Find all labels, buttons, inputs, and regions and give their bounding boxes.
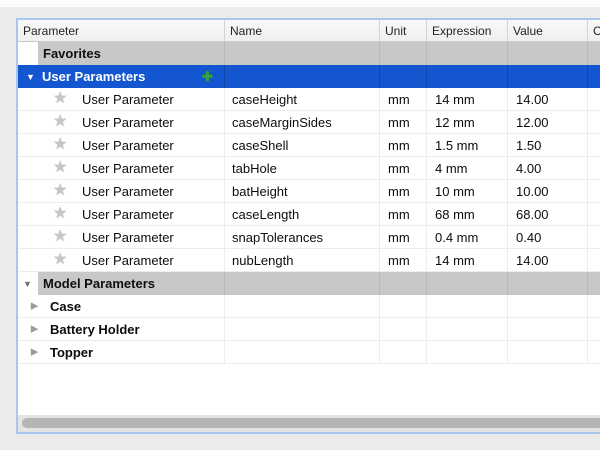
disclosure-open-icon[interactable]: ▼: [23, 279, 32, 289]
favorite-star-icon[interactable]: ★: [53, 252, 67, 268]
parameter-type-label: User Parameter: [82, 207, 174, 222]
parameter-type-label: User Parameter: [82, 115, 174, 130]
unit-cell[interactable]: mm: [380, 157, 427, 179]
user-parameter-row[interactable]: ★ User Parameter caseLength mm 68 mm 68.…: [18, 203, 600, 226]
favorite-star-icon[interactable]: ★: [53, 206, 67, 222]
group-label: Case: [50, 299, 81, 314]
model-parameters-section-row[interactable]: ▼ Model Parameters: [18, 272, 600, 295]
favorite-star-icon[interactable]: ★: [53, 114, 67, 130]
value-cell: 14.00: [508, 249, 588, 271]
parameter-type-label: User Parameter: [82, 184, 174, 199]
user-parameter-row[interactable]: ★ User Parameter tabHole mm 4 mm 4.00: [18, 157, 600, 180]
user-parameter-row[interactable]: ★ User Parameter caseHeight mm 14 mm 14.…: [18, 88, 600, 111]
parameter-type-label: User Parameter: [82, 138, 174, 153]
favorites-section-row[interactable]: Favorites: [18, 42, 600, 65]
comment-cell[interactable]: [588, 134, 600, 156]
expression-cell[interactable]: 1.5 mm: [427, 134, 508, 156]
comment-cell[interactable]: [588, 88, 600, 110]
value-cell: 14.00: [508, 88, 588, 110]
column-header-comments[interactable]: C: [588, 20, 600, 41]
disclosure-closed-icon[interactable]: ▶: [31, 347, 38, 358]
disclosure-closed-icon[interactable]: ▶: [31, 301, 38, 312]
parameters-table: Parameter Name Unit Expression Value C F…: [16, 18, 600, 434]
column-header-unit[interactable]: Unit: [380, 20, 427, 41]
unit-cell[interactable]: mm: [380, 111, 427, 133]
name-cell[interactable]: tabHole: [225, 157, 380, 179]
name-cell[interactable]: caseLength: [225, 203, 380, 225]
parameter-type-label: User Parameter: [82, 230, 174, 245]
unit-cell[interactable]: mm: [380, 226, 427, 248]
horizontal-scrollbar-track[interactable]: [18, 415, 600, 432]
user-parameter-row[interactable]: ★ User Parameter caseMarginSides mm 12 m…: [18, 111, 600, 134]
group-label: Battery Holder: [50, 322, 140, 337]
unit-cell[interactable]: mm: [380, 203, 427, 225]
favorite-star-icon[interactable]: ★: [53, 160, 67, 176]
favorite-star-icon[interactable]: ★: [53, 91, 67, 107]
comment-cell[interactable]: [588, 180, 600, 202]
expression-cell[interactable]: 12 mm: [427, 111, 508, 133]
unit-cell[interactable]: mm: [380, 134, 427, 156]
name-cell[interactable]: caseHeight: [225, 88, 380, 110]
comment-cell[interactable]: [588, 249, 600, 271]
model-group-row-case[interactable]: ▶ Case: [18, 295, 600, 318]
column-header-parameter[interactable]: Parameter: [18, 20, 225, 41]
value-cell: 10.00: [508, 180, 588, 202]
column-header-value[interactable]: Value: [508, 20, 588, 41]
expression-cell[interactable]: 68 mm: [427, 203, 508, 225]
unit-cell[interactable]: mm: [380, 249, 427, 271]
unit-cell[interactable]: mm: [380, 180, 427, 202]
value-cell: 0.40: [508, 226, 588, 248]
horizontal-scrollbar-thumb[interactable]: [22, 418, 600, 428]
favorite-star-icon[interactable]: ★: [53, 229, 67, 245]
expression-cell[interactable]: 14 mm: [427, 88, 508, 110]
user-parameter-row[interactable]: ★ User Parameter caseShell mm 1.5 mm 1.5…: [18, 134, 600, 157]
expression-cell[interactable]: 0.4 mm: [427, 226, 508, 248]
favorite-star-icon[interactable]: ★: [53, 183, 67, 199]
comment-cell[interactable]: [588, 226, 600, 248]
value-cell: 68.00: [508, 203, 588, 225]
disclosure-open-icon[interactable]: ▼: [26, 72, 35, 82]
value-cell: 12.00: [508, 111, 588, 133]
group-label: Topper: [50, 345, 93, 360]
value-cell: 4.00: [508, 157, 588, 179]
add-user-parameter-button[interactable]: ✚: [202, 69, 213, 85]
name-cell[interactable]: caseMarginSides: [225, 111, 380, 133]
name-cell[interactable]: snapTolerances: [225, 226, 380, 248]
value-cell: 1.50: [508, 134, 588, 156]
comment-cell[interactable]: [588, 157, 600, 179]
name-cell[interactable]: batHeight: [225, 180, 380, 202]
tree-indent-cell: [18, 42, 38, 65]
expression-cell[interactable]: 14 mm: [427, 249, 508, 271]
column-header-expression[interactable]: Expression: [427, 20, 508, 41]
user-parameter-row[interactable]: ★ User Parameter nubLength mm 14 mm 14.0…: [18, 249, 600, 272]
user-parameters-label: User Parameters: [42, 69, 145, 84]
favorite-star-icon[interactable]: ★: [53, 137, 67, 153]
model-group-row-topper[interactable]: ▶ Topper: [18, 341, 600, 364]
user-parameters-section-row[interactable]: ▼ User Parameters ✚: [18, 65, 600, 88]
parameter-type-label: User Parameter: [82, 161, 174, 176]
expression-cell[interactable]: 10 mm: [427, 180, 508, 202]
user-parameter-row[interactable]: ★ User Parameter batHeight mm 10 mm 10.0…: [18, 180, 600, 203]
comment-cell[interactable]: [588, 203, 600, 225]
unit-cell[interactable]: mm: [380, 88, 427, 110]
disclosure-closed-icon[interactable]: ▶: [31, 324, 38, 335]
favorites-label: Favorites: [43, 46, 101, 61]
parameter-type-label: User Parameter: [82, 253, 174, 268]
user-parameter-row[interactable]: ★ User Parameter snapTolerances mm 0.4 m…: [18, 226, 600, 249]
comment-cell[interactable]: [588, 111, 600, 133]
parameters-dialog-canvas: { "header": { "columns": ["Parameter", "…: [0, 0, 600, 450]
column-header-name[interactable]: Name: [225, 20, 380, 41]
name-cell[interactable]: caseShell: [225, 134, 380, 156]
model-group-row-battery-holder[interactable]: ▶ Battery Holder: [18, 318, 600, 341]
model-parameters-label: Model Parameters: [43, 276, 155, 291]
parameter-type-label: User Parameter: [82, 92, 174, 107]
name-cell[interactable]: nubLength: [225, 249, 380, 271]
table-header-row: Parameter Name Unit Expression Value C: [18, 20, 600, 42]
window-top-strip: [0, 0, 600, 7]
expression-cell[interactable]: 4 mm: [427, 157, 508, 179]
